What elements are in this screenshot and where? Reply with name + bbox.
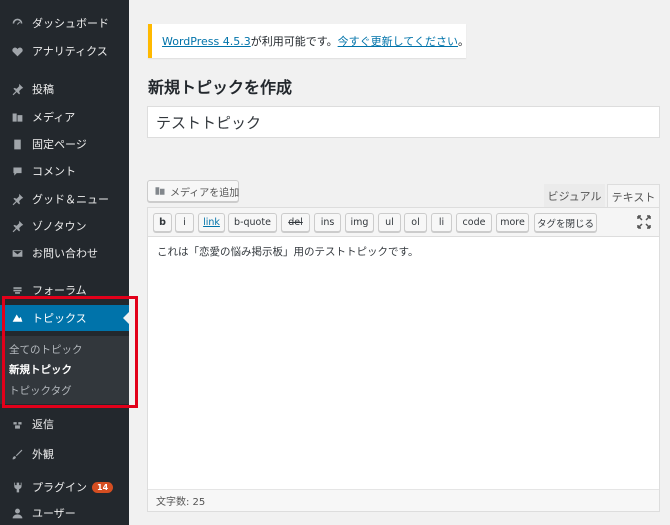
menu-label: 返信: [32, 418, 54, 431]
add-media-button[interactable]: メディアを追加: [147, 180, 239, 202]
comment-icon: [9, 163, 25, 179]
notice-end: 。: [457, 35, 469, 48]
submenu-topic-tags[interactable]: トピックタグ: [9, 383, 72, 398]
editor: b i link b-quote del ins img ul ol li co…: [147, 207, 660, 512]
media-icon: [154, 185, 166, 197]
topics-icon: [9, 310, 25, 326]
appearance-icon: [9, 446, 25, 462]
forum-icon: [9, 282, 25, 298]
notice-text: が利用可能です。: [250, 35, 338, 48]
update-now-link[interactable]: 今すぐ更新してください: [338, 33, 458, 49]
menu-label: アナリティクス: [32, 45, 108, 58]
qt-del-button[interactable]: del: [281, 213, 310, 232]
qt-li-button[interactable]: li: [431, 213, 452, 232]
menu-pages[interactable]: 固定ページ: [0, 131, 129, 157]
page-icon: [9, 136, 25, 152]
menu-label: グッド＆ニュー: [32, 193, 109, 206]
pin-icon: [9, 81, 25, 97]
menu-label: お問い合わせ: [32, 247, 98, 260]
menu-label: 固定ページ: [32, 138, 87, 151]
qt-close-tags-button[interactable]: タグを閉じる: [534, 213, 597, 232]
menu-users[interactable]: ユーザー: [0, 500, 129, 525]
topic-title-input[interactable]: [147, 106, 660, 138]
topics-submenu: 全てのトピック 新規トピック トピックタグ: [0, 336, 129, 404]
tab-text[interactable]: テキスト: [607, 184, 660, 208]
menu-label: ユーザー: [32, 507, 76, 520]
add-media-label: メディアを追加: [170, 187, 240, 199]
menu-media[interactable]: メディア: [0, 104, 129, 130]
menu-label: ダッシュボード: [32, 17, 109, 30]
qt-ol-button[interactable]: ol: [404, 213, 427, 232]
pin-icon: [9, 191, 25, 207]
menu-replies[interactable]: 返信: [0, 411, 129, 437]
menu-dashboard[interactable]: ダッシュボード: [0, 10, 129, 36]
wordpress-version-link[interactable]: WordPress 4.5.3: [162, 35, 251, 48]
reply-icon: [9, 416, 25, 432]
analytics-icon: [9, 43, 25, 59]
editor-content[interactable]: これは「恋愛の悩み掲示板」用のテストトピックです。: [157, 244, 418, 259]
submenu-all-topics[interactable]: 全てのトピック: [9, 342, 83, 357]
submenu-new-topic[interactable]: 新規トピック: [9, 362, 72, 377]
mail-icon: [9, 245, 25, 261]
pin-icon: [9, 218, 25, 234]
menu-forum[interactable]: フォーラム: [0, 277, 129, 303]
update-notice: WordPress 4.5.3 が利用可能です。 今すぐ更新してください 。: [148, 24, 469, 58]
qt-ins-button[interactable]: ins: [314, 213, 341, 232]
menu-label: 外観: [32, 448, 54, 461]
menu-comments[interactable]: コメント: [0, 158, 129, 184]
word-count: 文字数: 25: [148, 489, 659, 511]
media-icon: [9, 109, 25, 125]
qt-italic-button[interactable]: i: [175, 213, 194, 232]
tab-visual[interactable]: ビジュアル: [544, 184, 605, 208]
qt-bquote-button[interactable]: b-quote: [228, 213, 277, 232]
qt-ul-button[interactable]: ul: [378, 213, 401, 232]
menu-posts[interactable]: 投稿: [0, 76, 129, 102]
menu-label: 投稿: [32, 83, 54, 96]
plugin-icon: [9, 479, 25, 495]
menu-label: ゾノタウン: [32, 220, 87, 233]
menu-zonotown[interactable]: ゾノタウン: [0, 213, 129, 239]
menu-good-and-new[interactable]: グッド＆ニュー: [0, 186, 129, 212]
menu-contact[interactable]: お問い合わせ: [0, 240, 129, 266]
qt-more-button[interactable]: more: [496, 213, 529, 232]
qt-code-button[interactable]: code: [456, 213, 492, 232]
menu-analytics[interactable]: アナリティクス: [0, 38, 129, 64]
dashboard-icon: [9, 15, 25, 31]
qt-bold-button[interactable]: b: [153, 213, 172, 232]
menu-topics[interactable]: トピックス: [0, 305, 129, 331]
menu-label: メディア: [32, 111, 76, 124]
qt-link-button[interactable]: link: [198, 213, 225, 232]
page-title: 新規トピックを作成: [148, 78, 293, 97]
menu-label: コメント: [32, 165, 76, 178]
admin-sidebar: ダッシュボード アナリティクス 投稿 メディア 固定ページ コメント グッド＆ニ…: [0, 0, 129, 525]
menu-label: プラグイン: [32, 481, 87, 494]
update-count-badge: 14: [92, 481, 114, 493]
menu-plugins[interactable]: プラグイン 14: [0, 474, 129, 500]
menu-label: フォーラム: [32, 284, 87, 297]
user-icon: [9, 505, 25, 521]
fullscreen-icon[interactable]: [637, 215, 651, 229]
quicktags-toolbar: b i link b-quote del ins img ul ol li co…: [148, 208, 659, 237]
qt-img-button[interactable]: img: [345, 213, 374, 232]
menu-appearance[interactable]: 外観: [0, 441, 129, 467]
menu-label: トピックス: [32, 312, 87, 325]
